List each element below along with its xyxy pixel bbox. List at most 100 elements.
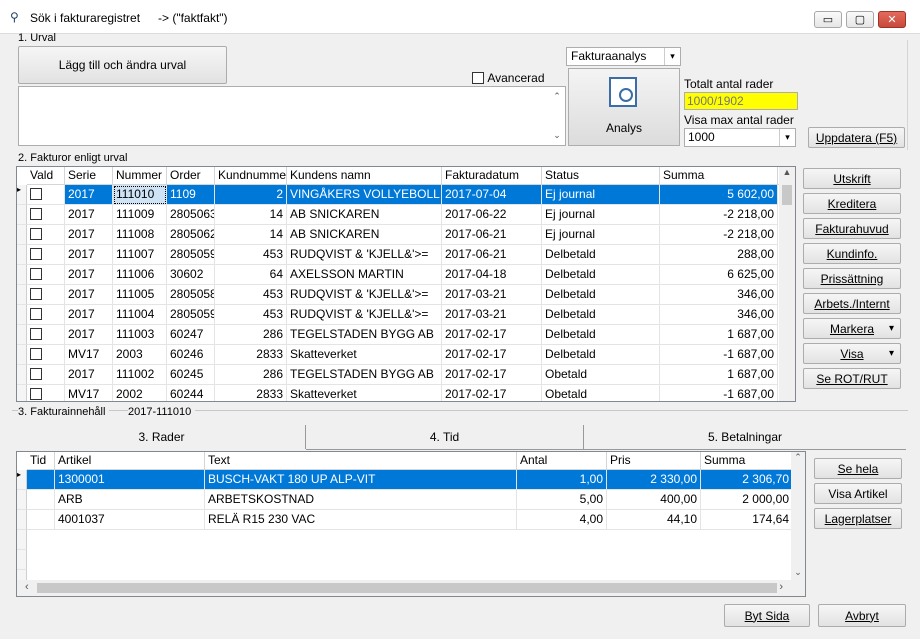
advanced-checkbox[interactable]: Avancerad	[472, 70, 545, 85]
maximize-icon[interactable]: ▢	[846, 11, 874, 28]
side-button-9[interactable]: Se ROT/RUT	[803, 368, 901, 389]
table-cell[interactable]: 1,00	[517, 470, 607, 490]
select-checkbox[interactable]	[30, 268, 42, 280]
select-checkbox[interactable]	[30, 228, 42, 240]
row-header[interactable]	[17, 245, 27, 265]
table-cell[interactable]: 111010	[113, 185, 167, 205]
select-checkbox[interactable]	[30, 248, 42, 260]
table-cell[interactable]: 2017	[65, 365, 113, 385]
table-cell[interactable]: 111006	[113, 265, 167, 285]
row-header[interactable]	[17, 510, 27, 530]
table-cell[interactable]: 2805058	[167, 285, 215, 305]
table-cell[interactable]: 174,64	[701, 510, 793, 530]
table-cell[interactable]	[27, 510, 55, 530]
table-cell[interactable]: 111007	[113, 245, 167, 265]
table-cell[interactable]: ARBETSKOSTNAD	[205, 490, 517, 510]
select-checkbox[interactable]	[30, 288, 42, 300]
table-cell[interactable]: 30602	[167, 265, 215, 285]
row-header[interactable]	[17, 345, 27, 365]
byt-sida-button[interactable]: Byt Sida	[724, 604, 810, 627]
column-header[interactable]: Order	[167, 167, 215, 185]
table-cell[interactable]: Ej journal	[542, 185, 660, 205]
invoice-grid[interactable]: Vald Serie Nummer Order Kundnummer Kundens na…	[16, 166, 796, 402]
column-header[interactable]: Kundnummer	[215, 167, 287, 185]
table-cell[interactable]: 2	[215, 185, 287, 205]
table-cell[interactable]: 5,00	[517, 490, 607, 510]
tab-betalningar[interactable]: 5. Betalningar	[584, 425, 906, 449]
table-row[interactable]: 2017 111007 2805059 453 RUDQVIST & 'KJELL&'>…	[17, 245, 779, 265]
select-checkbox[interactable]	[30, 208, 42, 220]
table-cell[interactable]: Delbetald	[542, 285, 660, 305]
table-cell[interactable]: 14	[215, 205, 287, 225]
table-row[interactable]: 2017 111005 2805058 453 RUDQVIST & 'KJELL&'>…	[17, 285, 779, 305]
avbryt-button[interactable]: Avbryt	[818, 604, 906, 627]
table-cell[interactable]: 2805059	[167, 245, 215, 265]
table-cell[interactable]: 2017-06-21	[442, 245, 542, 265]
content-vscrollbar[interactable]: ⌃ ⌄	[791, 452, 805, 580]
add-filter-button[interactable]: Lägg till och ändra urval	[18, 46, 227, 84]
table-cell[interactable]: 2833	[215, 385, 287, 401]
table-cell[interactable]: 2 306,70	[701, 470, 793, 490]
table-cell[interactable]: 2003	[113, 345, 167, 365]
table-cell[interactable]: 6 625,00	[660, 265, 778, 285]
column-header[interactable]: Antal	[517, 452, 607, 470]
table-cell[interactable]: 60245	[167, 365, 215, 385]
table-cell[interactable]: 2017-02-17	[442, 365, 542, 385]
column-header[interactable]: Artikel	[55, 452, 205, 470]
table-cell[interactable]: 2017-02-17	[442, 345, 542, 365]
table-cell[interactable]: 286	[215, 325, 287, 345]
table-cell[interactable]: RUDQVIST & 'KJELL&'>=	[287, 285, 442, 305]
table-row[interactable]: 4001037 RELÄ R15 230 VAC 4,00 44,10 174,64	[17, 510, 793, 530]
table-cell[interactable]: 1 687,00	[660, 365, 778, 385]
close-icon[interactable]: ✕	[878, 11, 906, 28]
column-header[interactable]: Pris	[607, 452, 701, 470]
table-cell[interactable]: 288,00	[660, 245, 778, 265]
filter-scrollbar[interactable]: ⌃ ⌄	[550, 88, 564, 144]
table-cell[interactable]: 1 687,00	[660, 325, 778, 345]
column-header[interactable]: Nummer	[113, 167, 167, 185]
row-header[interactable]	[17, 225, 27, 245]
column-header[interactable]: Fakturadatum	[442, 167, 542, 185]
table-cell[interactable]: 60246	[167, 345, 215, 365]
table-cell[interactable]: TEGELSTADEN BYGG AB	[287, 365, 442, 385]
table-cell[interactable]: VINGÅKERS VOLLYEBOLL DK	[287, 185, 442, 205]
analys-button[interactable]: Analys	[568, 68, 680, 146]
analysis-dropdown[interactable]: Fakturaanalys ▾	[566, 47, 681, 66]
table-cell[interactable]: 2017	[65, 205, 113, 225]
table-cell[interactable]: 2017-02-17	[442, 385, 542, 401]
table-cell[interactable]: 2017	[65, 285, 113, 305]
content-button-3[interactable]: Lagerplatser	[814, 508, 902, 529]
table-cell[interactable]: MV17	[65, 345, 113, 365]
table-cell[interactable]: Skatteverket	[287, 345, 442, 365]
table-cell[interactable]: 453	[215, 305, 287, 325]
table-cell[interactable]: RUDQVIST & 'KJELL&'>=	[287, 305, 442, 325]
side-button-7[interactable]: Markera ▾	[803, 318, 901, 339]
minimize-icon[interactable]: ▭	[814, 11, 842, 28]
table-cell[interactable]: 2017-03-21	[442, 305, 542, 325]
table-cell[interactable]: 2017-06-21	[442, 225, 542, 245]
tab-rader[interactable]: 3. Rader	[18, 425, 306, 449]
table-cell[interactable]: 2805062	[167, 225, 215, 245]
side-button-2[interactable]: Kreditera	[803, 193, 901, 214]
table-cell[interactable]: 453	[215, 245, 287, 265]
table-cell[interactable]: Skatteverket	[287, 385, 442, 401]
table-cell[interactable]: TEGELSTADEN BYGG AB	[287, 325, 442, 345]
side-button-1[interactable]: Utskrift	[803, 168, 901, 189]
row-header[interactable]: ▸	[17, 470, 27, 490]
table-cell[interactable]: 2805063	[167, 205, 215, 225]
column-header[interactable]: Serie	[65, 167, 113, 185]
side-button-4[interactable]: Kundinfo.	[803, 243, 901, 264]
max-rows-select[interactable]: 1000 ▾	[684, 128, 796, 147]
table-cell[interactable]: 64	[215, 265, 287, 285]
select-checkbox[interactable]	[30, 388, 42, 400]
table-row[interactable]: ▸ 201711101011092VINGÅKERS VOLLYEBOLL DK2…	[17, 185, 779, 205]
table-cell[interactable]: ARB	[55, 490, 205, 510]
table-cell[interactable]: 2017	[65, 245, 113, 265]
side-button-8[interactable]: Visa ▾	[803, 343, 901, 364]
table-cell[interactable]: 1300001	[55, 470, 205, 490]
select-checkbox[interactable]	[30, 348, 42, 360]
table-row[interactable]: 2017 111006 30602 64 AXELSSON MARTIN 2017-04-…	[17, 265, 779, 285]
table-cell[interactable]: MV17	[65, 385, 113, 401]
table-cell[interactable]: 14	[215, 225, 287, 245]
table-cell[interactable]: AB SNICKAREN	[287, 225, 442, 245]
